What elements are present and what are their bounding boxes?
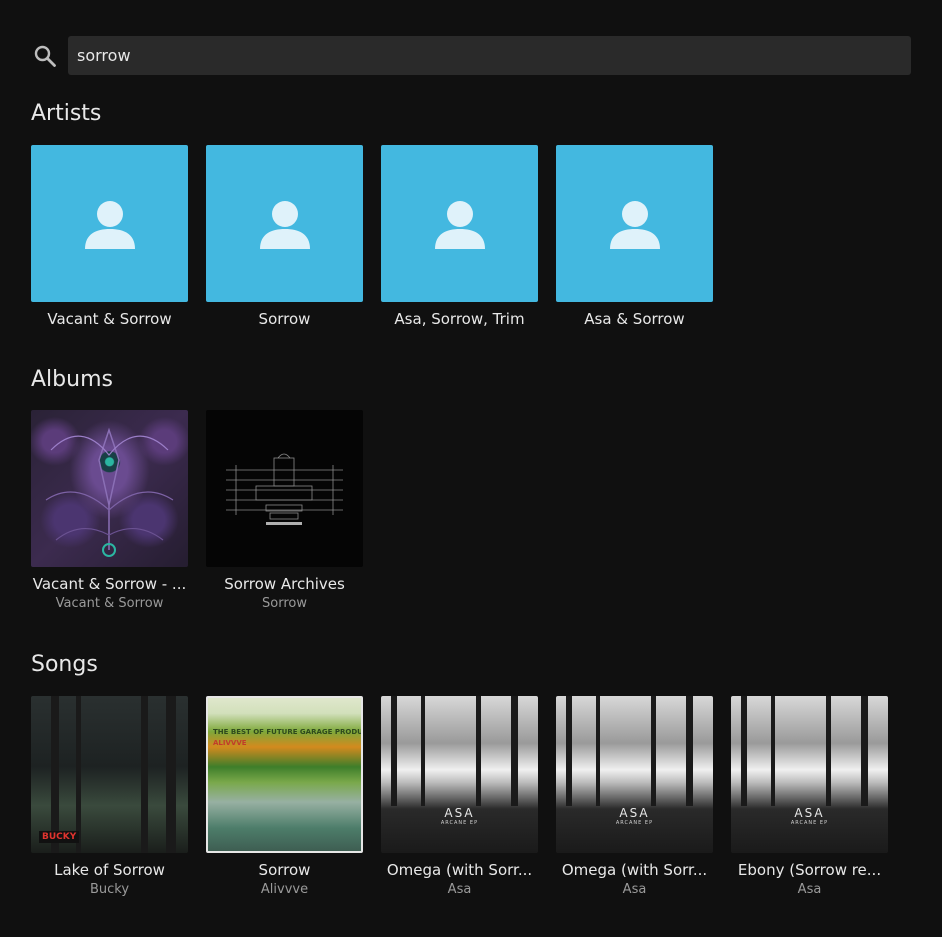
cover-tree: [421, 696, 425, 806]
album-cover-art: [45, 427, 174, 557]
song-cover[interactable]: ASA ARCANE EP: [381, 696, 538, 853]
artists-row: Vacant & Sorrow Sorrow Asa, Sorrow, Trim: [31, 145, 731, 328]
song-cover[interactable]: ASA ARCANE EP: [731, 696, 888, 853]
cover-tree: [391, 696, 397, 806]
album-cover[interactable]: [31, 410, 188, 567]
song-title[interactable]: Lake of Sorrow: [31, 861, 188, 879]
cover-subtitle: ARCANE EP: [790, 820, 829, 826]
cover-logo: ASA: [794, 806, 825, 820]
person-icon: [434, 200, 485, 249]
cover-tree: [76, 696, 81, 853]
artist-thumbnail[interactable]: [556, 145, 713, 302]
song-card[interactable]: ASA ARCANE EP Ebony (Sorrow re... Asa: [731, 696, 888, 898]
album-title[interactable]: Sorrow Archives: [206, 575, 363, 593]
cover-tree: [51, 696, 59, 853]
cover-tree: [511, 696, 518, 806]
songs-row: BUCKY Lake of Sorrow Bucky THE BEST OF F…: [31, 696, 906, 898]
person-icon: [259, 200, 310, 249]
cover-heading: THE BEST OF FUTURE GARAGE PRODUCER:: [213, 728, 363, 736]
cover-tree: [141, 696, 148, 853]
song-title[interactable]: Ebony (Sorrow re...: [731, 861, 888, 879]
album-artist[interactable]: Vacant & Sorrow: [31, 596, 188, 612]
artist-thumbnail[interactable]: [206, 145, 363, 302]
songs-heading: Songs: [31, 652, 98, 677]
cover-tree: [826, 696, 831, 806]
artist-name[interactable]: Sorrow: [206, 310, 363, 328]
song-title[interactable]: Omega (with Sorr...: [556, 861, 713, 879]
album-artist[interactable]: Sorrow: [206, 596, 363, 612]
cover-tree: [686, 696, 693, 806]
song-cover[interactable]: THE BEST OF FUTURE GARAGE PRODUCER: ALIV…: [206, 696, 363, 853]
artist-card[interactable]: Asa, Sorrow, Trim: [381, 145, 538, 328]
song-artist[interactable]: Asa: [381, 882, 538, 898]
cover-tree: [476, 696, 481, 806]
song-cover[interactable]: ASA ARCANE EP: [556, 696, 713, 853]
album-card[interactable]: Vacant & Sorrow - ... Vacant & Sorrow: [31, 410, 188, 612]
search-field[interactable]: [68, 36, 911, 75]
song-title[interactable]: Sorrow: [206, 861, 363, 879]
album-cover-art: [226, 453, 343, 525]
song-title[interactable]: Omega (with Sorr...: [381, 861, 538, 879]
cover-tree: [651, 696, 656, 806]
cover-tree: [741, 696, 747, 806]
song-artist[interactable]: Asa: [556, 882, 713, 898]
song-card[interactable]: ASA ARCANE EP Omega (with Sorr... Asa: [381, 696, 538, 898]
cover-logo: ASA: [619, 806, 650, 820]
artist-card[interactable]: Asa & Sorrow: [556, 145, 713, 328]
artist-name[interactable]: Vacant & Sorrow: [31, 310, 188, 328]
song-cover[interactable]: BUCKY: [31, 696, 188, 853]
artist-name[interactable]: Asa & Sorrow: [556, 310, 713, 328]
cover-tree: [166, 696, 176, 853]
cover-tree: [771, 696, 775, 806]
song-card[interactable]: THE BEST OF FUTURE GARAGE PRODUCER: ALIV…: [206, 696, 363, 898]
artist-thumbnail[interactable]: [31, 145, 188, 302]
song-artist[interactable]: Bucky: [31, 882, 188, 898]
artist-card[interactable]: Vacant & Sorrow: [31, 145, 188, 328]
cover-tree: [861, 696, 868, 806]
cover-logo: ASA: [444, 806, 475, 820]
song-artist[interactable]: Alivvve: [206, 882, 363, 898]
artist-card[interactable]: Sorrow: [206, 145, 363, 328]
artist-name[interactable]: Asa, Sorrow, Trim: [381, 310, 538, 328]
song-artist[interactable]: Asa: [731, 882, 888, 898]
song-card[interactable]: ASA ARCANE EP Omega (with Sorr... Asa: [556, 696, 713, 898]
cover-name: ALIVVVE: [213, 739, 247, 747]
albums-row: Vacant & Sorrow - ... Vacant & Sorrow So…: [31, 410, 381, 612]
artist-thumbnail[interactable]: [381, 145, 538, 302]
cover-subtitle: ARCANE EP: [615, 820, 654, 826]
cover-subtitle: ARCANE EP: [440, 820, 479, 826]
cover-tree: [566, 696, 572, 806]
artists-heading: Artists: [31, 101, 102, 126]
album-title[interactable]: Vacant & Sorrow - ...: [31, 575, 188, 593]
albums-heading: Albums: [31, 367, 113, 392]
search-page: Artists Vacant & Sorrow Sorrow: [0, 0, 942, 937]
song-card[interactable]: BUCKY Lake of Sorrow Bucky: [31, 696, 188, 898]
album-cover[interactable]: [206, 410, 363, 567]
album-card[interactable]: Sorrow Archives Sorrow: [206, 410, 363, 612]
search-bar: [31, 36, 911, 75]
person-icon: [84, 200, 135, 249]
search-icon[interactable]: [31, 42, 59, 70]
search-input[interactable]: [75, 45, 911, 66]
person-icon: [609, 200, 660, 249]
cover-tree: [596, 696, 600, 806]
cover-badge: BUCKY: [39, 831, 80, 843]
